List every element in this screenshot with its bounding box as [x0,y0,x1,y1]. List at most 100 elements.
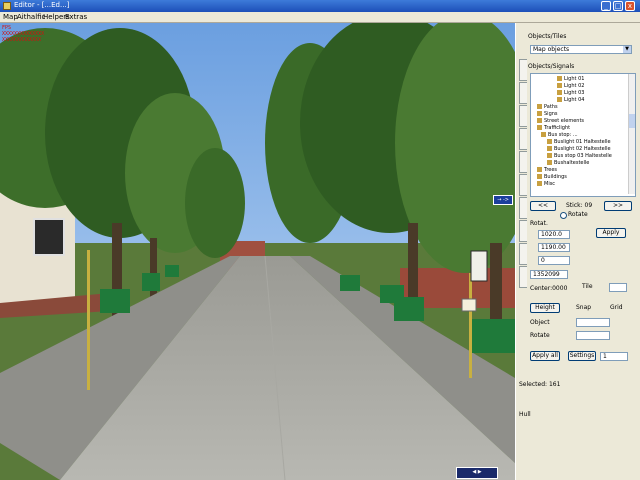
settings-button[interactable]: Settings [568,351,596,361]
object-icon [547,146,552,151]
tree-item[interactable]: Buslight 01 Haltestelle [547,139,611,146]
height-button[interactable]: Height [530,303,560,313]
folder-icon [537,118,542,123]
rotate-radio-label: Rotate [568,211,588,218]
small-field[interactable]: 1 [600,352,628,361]
object-id-field[interactable]: 1352099 [530,270,568,279]
folder-icon [537,104,542,109]
apply-all-button[interactable]: Apply all [530,351,560,361]
prev-button[interactable]: << [530,201,556,211]
tree-item[interactable]: Bus stop 03 Haltestelle [547,153,612,160]
tree-item[interactable]: Trafficlight [537,125,570,132]
planter [100,289,130,313]
window [33,218,65,256]
planter [142,273,160,291]
tree-scrollbar[interactable] [628,74,635,194]
center-label: Center:0000 [530,285,568,292]
object-type-select[interactable]: Map objects ▼ [530,45,632,54]
object-label: Object [530,319,550,326]
tree-label: Objects/Signals [528,63,575,70]
tab-map[interactable] [519,220,527,242]
tree-item[interactable]: Misc [537,181,555,188]
menu-bar: Map Aithalfic Helpers Extras [0,12,640,23]
tree-item[interactable]: Buildings [537,174,567,181]
chevron-down-icon[interactable]: ▼ [623,46,631,53]
grid-label: Grid [610,304,623,311]
window-title: Editor - [...Ed...] [14,1,70,9]
folder-icon [537,125,542,130]
debug-overlay: FPS XXXXXXXXXXXXXX XXXXXXXXXXXXX [2,25,44,43]
object-icon [557,90,562,95]
close-button[interactable]: x [625,1,635,11]
tree-item[interactable]: Street elements [537,118,584,125]
tab-extras[interactable] [519,266,527,288]
tab-objects[interactable] [519,59,527,81]
object-icon [557,97,562,102]
tab-signals[interactable] [519,151,527,173]
tab-tiles[interactable] [519,105,527,127]
tab-options[interactable] [519,243,527,265]
tab-sceneries[interactable] [519,174,527,196]
menu-extras[interactable]: Extras [65,13,87,21]
tile-field[interactable] [609,283,627,292]
bus-stop-pole [469,273,472,378]
tree-item[interactable]: Bus stop: ... [541,132,578,139]
nav-control[interactable]: ◀ ▶ [456,467,498,479]
next-button[interactable]: >> [604,201,632,211]
tree-left-4 [185,148,245,258]
tab-helpers[interactable] [519,197,527,219]
select-value: Map objects [533,46,570,53]
planter [340,275,360,291]
tab-splines[interactable] [519,82,527,104]
planter [472,319,515,353]
tree-item[interactable]: Light 01 [557,76,584,83]
3d-viewport[interactable]: FPS XXXXXXXXXXXXXX XXXXXXXXXXXXX → -> ◀ … [0,23,515,480]
rotate-radio[interactable] [560,212,567,219]
minimize-button[interactable]: _ [601,1,611,11]
timetable [461,298,477,312]
pos-y-field[interactable]: 1190.00 [538,243,570,252]
tree-item[interactable]: Trees [537,167,557,174]
tree-item[interactable]: Light 02 [557,83,584,90]
maximize-button[interactable]: □ [613,1,623,11]
object-field[interactable] [576,318,610,327]
planter [165,265,179,277]
rotate-field[interactable] [576,331,610,340]
folder-icon [537,111,542,116]
object-icon [557,76,562,81]
rotate-label: Rotate [530,332,550,339]
folder-icon [541,132,546,137]
planter [394,297,424,321]
pos-z-field[interactable]: 0 [538,256,570,265]
snap-label: Snap [576,304,592,311]
tab-paths[interactable] [519,128,527,150]
object-icon [557,83,562,88]
object-tree[interactable]: Light 01 Light 02 Light 03 Light 04 Path… [530,73,636,197]
app-icon [3,2,11,10]
tree-item[interactable]: Paths [537,104,558,111]
tree-item[interactable]: Light 04 [557,97,584,104]
tile-label: Tile [582,283,593,290]
object-icon [547,139,552,144]
folder-icon [537,174,542,179]
menu-aithalfic[interactable]: Aithalfic [17,13,45,21]
bus-stop-sign [470,250,488,282]
apply-button[interactable]: Apply [596,228,626,238]
tree-item[interactable]: Buslight 02 Haltestelle [547,146,611,153]
scroll-thumb[interactable] [629,114,635,128]
tree-item[interactable]: Light 03 [557,90,584,97]
title-bar: Editor - [...Ed...] _ □ x [0,0,640,12]
trunk [150,238,157,303]
tree-item[interactable]: Signs [537,111,558,118]
panel-header: Objects/Tiles [528,33,567,40]
status-text-2: Hull [519,411,531,418]
menu-map[interactable]: Map [3,13,18,21]
tree-item[interactable]: Bushaltestelle [547,160,589,167]
direction-marker[interactable]: → -> [493,195,513,205]
folder-icon [537,181,542,186]
pos-x-field[interactable]: 1020.0 [538,230,570,239]
rotation-label: Rotat. [530,220,548,227]
object-icon [547,160,552,165]
vertical-tabs [519,59,527,299]
folder-icon [537,167,542,172]
